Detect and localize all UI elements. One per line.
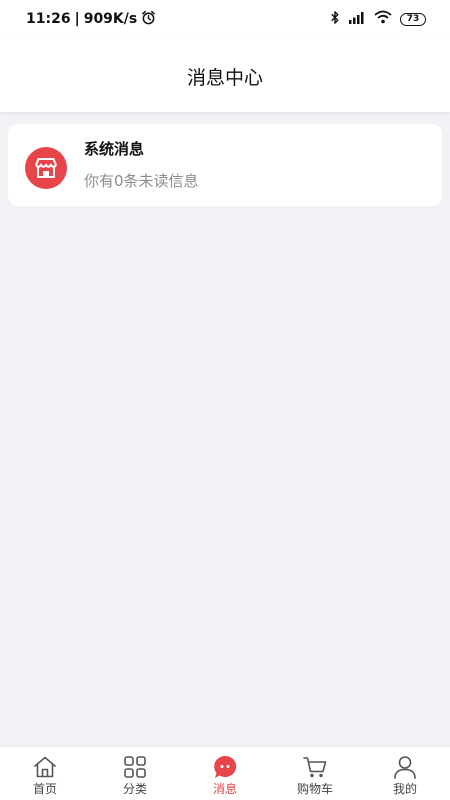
tab-label: 消息	[212, 782, 237, 796]
header: 消息中心	[0, 38, 450, 112]
battery-indicator: 73	[400, 12, 426, 26]
bluetooth-icon	[330, 10, 340, 29]
store-icon	[25, 147, 67, 189]
wifi-icon	[374, 10, 392, 28]
cellular-signal-icon	[348, 10, 366, 28]
alarm-icon	[141, 10, 156, 29]
page-title: 消息中心	[186, 66, 263, 89]
tab-label: 我的	[392, 782, 417, 796]
user-icon	[394, 756, 416, 779]
system-message-item[interactable]: 系统消息 你有0条未读信息	[8, 124, 442, 206]
status-right: 73	[330, 10, 426, 29]
grid-icon	[124, 756, 146, 778]
status-network-speed: 909K/s	[83, 11, 138, 27]
message-icon	[214, 755, 237, 778]
tab-home[interactable]: 首页	[0, 747, 90, 800]
tab-label: 首页	[32, 782, 57, 796]
tab-profile[interactable]: 我的	[360, 747, 450, 800]
cart-icon	[303, 757, 327, 778]
home-icon	[34, 756, 56, 778]
status-divider: |	[74, 11, 80, 27]
tab-label: 购物车	[296, 782, 333, 796]
message-subtitle: 你有0条未读信息	[84, 172, 199, 190]
status-time: 11:26	[26, 11, 71, 27]
status-bar: 11:26 | 909K/s 73	[0, 0, 450, 38]
message-title: 系统消息	[84, 140, 145, 158]
status-left: 11:26 | 909K/s	[26, 10, 156, 29]
tab-cart[interactable]: 购物车	[270, 747, 360, 800]
tab-messages[interactable]: 消息	[180, 747, 270, 800]
tab-category[interactable]: 分类	[90, 747, 180, 800]
tab-label: 分类	[122, 782, 147, 796]
bottom-tab-bar: 首页 分类 消息 购物车 我的	[0, 746, 450, 800]
